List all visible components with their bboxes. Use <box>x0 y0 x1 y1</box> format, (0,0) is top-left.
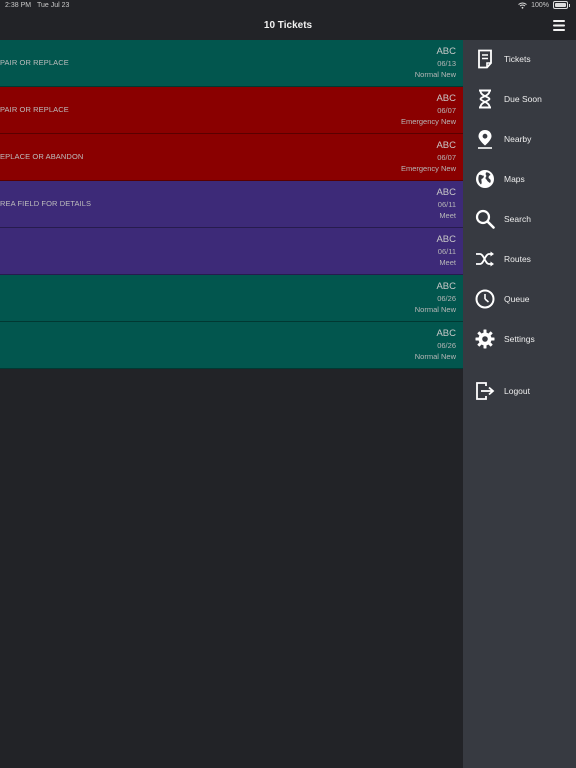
hourglass-icon <box>479 89 491 109</box>
menu-item-label: Search <box>504 214 531 224</box>
nav-bar: 10 Tickets <box>0 12 576 39</box>
ticket-icon <box>478 49 492 69</box>
ticket-list: PAIR OR REPLACE ABC 06/13 Normal New PAIR OR… <box>0 40 463 369</box>
ticket-code: ABC <box>436 234 456 245</box>
ticket-row[interactable]: REA FIELD FOR DETAILS ABC 06/11 Meet <box>0 181 463 228</box>
battery-percent: 100% <box>531 1 549 9</box>
ticket-date: 06/11 <box>437 247 456 256</box>
ticket-date: 06/07 <box>437 153 456 162</box>
status-date: Tue Jul 23 <box>37 2 70 9</box>
battery-icon <box>553 1 568 9</box>
menu-item-label: Queue <box>504 294 530 304</box>
menu-item-settings[interactable]: Settings <box>463 320 576 360</box>
logout-icon <box>476 382 495 400</box>
menu-item-label: Maps <box>504 174 525 184</box>
ticket-meta: ABC 06/11 Meet <box>436 187 456 221</box>
ticket-date: 06/26 <box>437 294 456 303</box>
ticket-priority: Emergency New <box>400 164 456 173</box>
battery-tip <box>569 3 570 7</box>
ticket-row[interactable]: ABC 06/26 Normal New <box>0 322 463 369</box>
ticket-priority: Normal New <box>414 70 456 79</box>
ticket-row[interactable]: ABC 06/11 Meet <box>0 228 463 275</box>
menu-item-maps[interactable]: Maps <box>463 160 576 200</box>
ticket-code: ABC <box>436 187 456 198</box>
menu-item-logout[interactable]: Logout <box>463 372 576 412</box>
ticket-row[interactable]: PAIR OR REPLACE ABC 06/13 Normal New <box>0 40 463 87</box>
status-time: 2:38 PM <box>5 2 32 9</box>
ticket-code: ABC <box>436 140 456 151</box>
ticket-description: PAIR OR REPLACE <box>0 58 69 67</box>
menu-item-label: Due Soon <box>504 94 542 104</box>
ticket-priority: Normal New <box>414 352 456 361</box>
ticket-date: 06/13 <box>437 59 456 68</box>
ticket-code: ABC <box>436 46 456 57</box>
status-bar: 2:38 PM Tue Jul 23 100% <box>0 0 576 12</box>
ticket-priority: Meet <box>439 258 456 267</box>
gear-icon <box>475 329 495 349</box>
ticket-priority: Emergency New <box>400 117 456 126</box>
wifi-icon <box>518 2 527 9</box>
ticket-meta: ABC 06/13 Normal New <box>415 46 456 80</box>
location-pin-icon <box>478 130 492 149</box>
clock-icon <box>475 289 495 309</box>
menu-item-due-soon[interactable]: Due Soon <box>463 80 576 120</box>
ticket-priority: Normal New <box>414 305 456 314</box>
ticket-code: ABC <box>436 328 456 339</box>
ticket-meta: ABC 06/07 Emergency New <box>401 140 456 174</box>
ticket-description: EPLACE OR ABANDON <box>0 152 84 161</box>
ticket-date: 06/11 <box>437 200 456 209</box>
ticket-row[interactable]: ABC 06/26 Normal New <box>0 275 463 322</box>
ticket-priority: Meet <box>439 211 456 220</box>
menu-item-label: Nearby <box>504 134 532 144</box>
ticket-description: PAIR OR REPLACE <box>0 105 69 114</box>
ticket-date: 06/26 <box>437 341 456 350</box>
ticket-meta: ABC 06/07 Emergency New <box>401 93 456 127</box>
ticket-meta: ABC 06/26 Normal New <box>415 328 456 362</box>
menu-item-label: Settings <box>504 334 535 344</box>
ticket-meta: ABC 06/26 Normal New <box>415 281 456 315</box>
menu-item-label: Logout <box>504 386 530 396</box>
side-menu: Tickets Due Soon Nearby Maps Search Rout… <box>463 40 576 768</box>
shuffle-icon <box>476 251 494 267</box>
hamburger-menu-icon[interactable] <box>552 19 566 32</box>
ticket-code: ABC <box>436 281 456 292</box>
menu-item-label: Tickets <box>504 54 531 64</box>
search-icon <box>475 209 495 229</box>
ticket-date: 06/07 <box>437 106 456 115</box>
ticket-code: ABC <box>436 93 456 104</box>
status-indicators: 100% <box>518 1 570 9</box>
ticket-description: REA FIELD FOR DETAILS <box>0 199 92 208</box>
menu-item-label: Routes <box>504 254 531 264</box>
ticket-row[interactable]: PAIR OR REPLACE ABC 06/07 Emergency New <box>0 87 463 134</box>
menu-item-routes[interactable]: Routes <box>463 240 576 280</box>
menu-item-queue[interactable]: Queue <box>463 280 576 320</box>
ticket-meta: ABC 06/11 Meet <box>436 234 456 268</box>
globe-icon <box>476 170 494 188</box>
menu-item-search[interactable]: Search <box>463 200 576 240</box>
page-title: 10 Tickets <box>263 20 313 31</box>
menu-item-nearby[interactable]: Nearby <box>463 120 576 160</box>
menu-item-tickets[interactable]: Tickets <box>463 40 576 80</box>
ticket-row[interactable]: EPLACE OR ABANDON ABC 06/07 Emergency New <box>0 134 463 181</box>
